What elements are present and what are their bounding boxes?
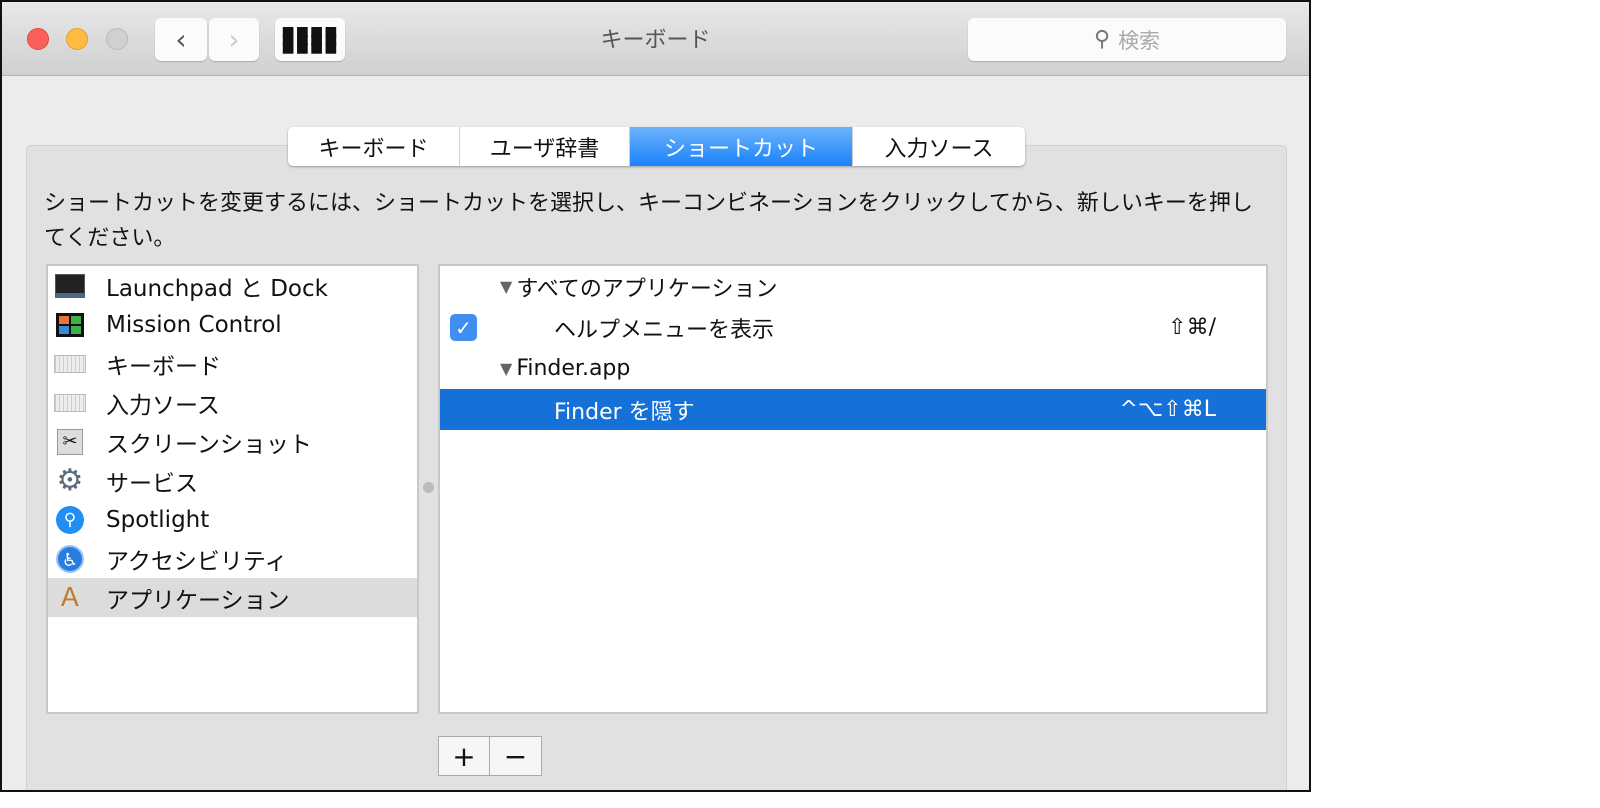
shortcut-group[interactable]: ▼ Finder.app	[440, 348, 1266, 389]
category-label: サービス	[106, 470, 198, 497]
tab-bar: キーボード ユーザ辞書 ショートカット 入力ソース	[288, 127, 1025, 166]
category-item[interactable]: Mission Control	[48, 305, 417, 344]
category-label: Launchpad と Dock	[106, 275, 328, 302]
shortcut-keys[interactable]: ⇧⌘/	[1168, 315, 1216, 340]
shortcut-keys[interactable]: ^⌥⇧⌘L	[1120, 397, 1216, 422]
category-item[interactable]: Ａ アプリケーション	[48, 578, 417, 617]
add-button[interactable]: +	[439, 737, 490, 775]
gear-icon: ⚙	[56, 462, 84, 498]
tab-shortcuts[interactable]: ショートカット	[630, 127, 853, 166]
tab-input-sources[interactable]: 入力ソース	[853, 127, 1025, 166]
mission-control-icon	[54, 311, 86, 339]
shortcut-row[interactable]: Finder を隠す ^⌥⇧⌘L	[440, 389, 1266, 430]
category-item[interactable]: ⚲ Spotlight	[48, 500, 417, 539]
tab-user-dictionary[interactable]: ユーザ辞書	[460, 127, 630, 166]
search-input[interactable]: ⚲ 検索	[968, 18, 1286, 61]
add-remove-control: + −	[438, 736, 542, 776]
category-list[interactable]: Launchpad と Dock Mission Control キーボード入力ソー…	[46, 264, 419, 714]
category-item[interactable]: ✂ スクリーンショット	[48, 422, 417, 461]
tab-keyboard[interactable]: キーボード	[288, 127, 460, 166]
shortcut-label: Finder を隠す	[554, 399, 695, 425]
category-label: アプリケーション	[106, 587, 290, 614]
applications-icon: Ａ	[56, 582, 83, 613]
preferences-window: ‹ › ■■■■ ■■■■ ■■■■ キーボード ⚲ 検索 キーボード ユーザ辞書 シ…	[0, 0, 1311, 792]
shortcut-list[interactable]: ▼ すべてのアプリケーション ✓ ヘルプメニューを表示 ⇧⌘/▼ Finder.app Fi…	[438, 264, 1268, 714]
search-icon: ⚲	[1093, 27, 1111, 52]
category-label: Mission Control	[106, 311, 282, 338]
category-label: キーボード	[106, 353, 221, 380]
category-label: Spotlight	[106, 506, 210, 533]
category-item[interactable]: 入力ソース	[48, 383, 417, 422]
disclosure-triangle-icon[interactable]: ▼	[500, 359, 512, 378]
shortcut-row[interactable]: ✓ ヘルプメニューを表示 ⇧⌘/	[440, 307, 1266, 348]
keyboard-icon	[54, 350, 86, 378]
category-item[interactable]: Launchpad と Dock	[48, 266, 417, 305]
category-item[interactable]: キーボード	[48, 344, 417, 383]
titlebar: ‹ › ■■■■ ■■■■ ■■■■ キーボード ⚲ 検索	[2, 2, 1309, 76]
spotlight-icon: ⚲	[54, 505, 86, 534]
category-label: 入力ソース	[106, 392, 220, 419]
launchpad-icon	[54, 272, 86, 300]
category-item[interactable]: ♿ アクセシビリティ	[48, 539, 417, 578]
category-label: アクセシビリティ	[106, 548, 288, 575]
enabled-checkbox[interactable]: ✓	[450, 314, 477, 341]
screenshot-icon: ✂	[54, 428, 86, 456]
search-placeholder: 検索	[1118, 28, 1161, 53]
shortcut-label: ヘルプメニューを表示	[554, 317, 775, 343]
disclosure-triangle-icon[interactable]: ▼	[500, 277, 512, 296]
category-item[interactable]: ⚙ サービス	[48, 461, 417, 500]
shortcut-group[interactable]: ▼ すべてのアプリケーション	[440, 266, 1266, 307]
accessibility-icon: ♿	[54, 544, 86, 573]
group-label: Finder.app	[516, 356, 631, 381]
keyboard-icon	[54, 389, 86, 417]
category-label: スクリーンショット	[106, 431, 312, 458]
split-handle[interactable]	[423, 482, 434, 493]
instructions-text: ショートカットを変更するには、ショートカットを選択し、キーコンビネーションをクリ…	[44, 191, 1253, 251]
group-label: すべてのアプリケーション	[516, 276, 778, 302]
remove-button[interactable]: −	[490, 737, 541, 775]
